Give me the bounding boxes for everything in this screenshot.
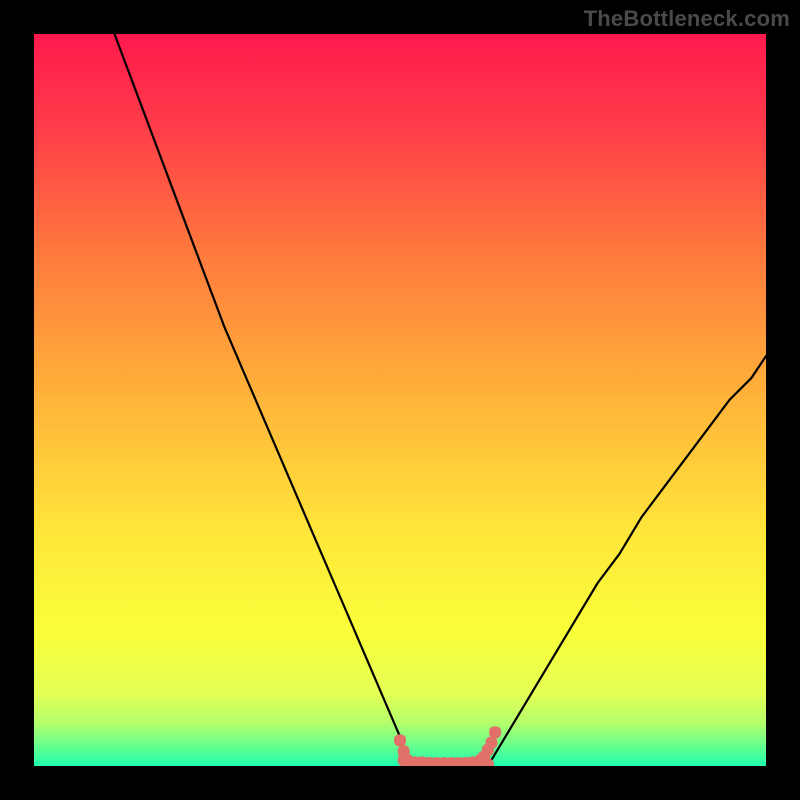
gradient-background (34, 34, 766, 766)
plot-area (34, 34, 766, 766)
highlight-dot (398, 754, 410, 766)
highlight-dot (489, 726, 501, 738)
watermark-text: TheBottleneck.com (584, 6, 790, 32)
chart-svg (34, 34, 766, 766)
highlight-dot (394, 734, 406, 746)
highlight-dot (486, 737, 498, 749)
chart-frame: TheBottleneck.com (0, 0, 800, 800)
